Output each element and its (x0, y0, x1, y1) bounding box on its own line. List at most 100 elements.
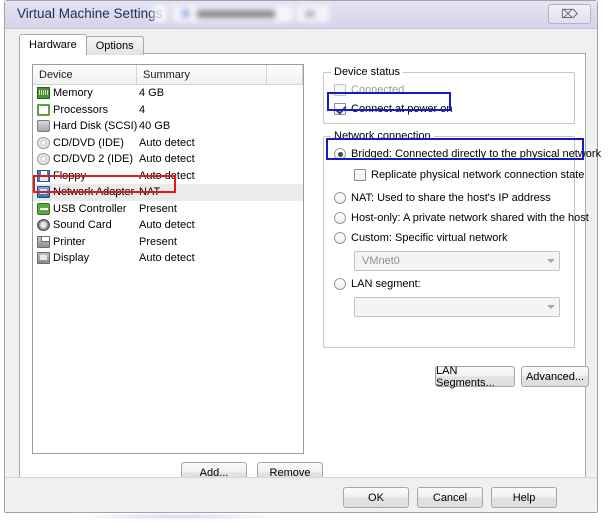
connected-checkbox: Connected (334, 84, 404, 96)
device-summary: Auto detect (139, 219, 195, 232)
radio-bridged-label: Bridged: Connected directly to the physi… (351, 148, 602, 160)
device-summary: Present (139, 202, 177, 215)
table-row[interactable]: Display Auto detect (33, 250, 303, 267)
hard-disk-icon (37, 120, 50, 133)
virtual-machine-settings-dialog: Virtual Machine Settings ⌦ Hardware Opti… (4, 0, 601, 513)
device-name: Floppy (53, 169, 87, 182)
tab-options-label: Options (95, 40, 134, 52)
tab-hardware[interactable]: Hardware (19, 34, 87, 55)
replicate-physical-state-checkbox[interactable]: Replicate physical network connection st… (354, 169, 584, 181)
checkbox-icon (334, 84, 346, 96)
radio-host-only-label: Host-only: A private network shared with… (351, 212, 589, 224)
radio-lan-segment[interactable]: LAN segment: (334, 278, 421, 290)
device-name: Display (53, 252, 90, 265)
lan-segments-button[interactable]: LAN Segments... (435, 364, 515, 389)
close-glyph: ⌦ (561, 7, 578, 21)
ok-button-label: OK (368, 491, 384, 504)
ok-button[interactable]: OK (343, 487, 409, 508)
table-row[interactable]: Printer Present (33, 234, 303, 251)
window-shadow (72, 513, 282, 520)
table-row[interactable]: Floppy Auto detect (33, 168, 303, 185)
table-row[interactable]: CD/DVD 2 (IDE) Auto detect (33, 151, 303, 168)
lan-segment-dropdown[interactable] (354, 297, 560, 317)
memory-icon (37, 87, 50, 100)
connect-at-power-on-label: Connect at power on (351, 103, 453, 115)
table-row[interactable]: Hard Disk (SCSI) 40 GB (33, 118, 303, 135)
column-header-spacer (267, 65, 303, 84)
cd-dvd-icon (37, 153, 50, 166)
title-bar: Virtual Machine Settings ⌦ (5, 1, 597, 29)
radio-custom-label: Custom: Specific virtual network (351, 232, 508, 244)
device-name: Network Adapter (53, 186, 135, 199)
connect-at-power-on-checkbox[interactable]: Connect at power on (334, 103, 453, 115)
device-name: Sound Card (53, 219, 112, 232)
processor-icon (37, 103, 50, 116)
table-row[interactable]: Processors 4 (33, 102, 303, 119)
device-name: Printer (53, 235, 86, 248)
radio-selected-icon (334, 148, 346, 160)
network-connection-group: Network connection Bridged: Connected di… (323, 130, 601, 348)
table-row[interactable]: USB Controller Present (33, 201, 303, 218)
hardware-tab-panel: Device Summary Memory 4 GB Processors 4 … (19, 53, 601, 483)
printer-icon (37, 235, 50, 248)
chevron-down-icon (542, 259, 559, 263)
radio-icon (334, 192, 346, 204)
device-list[interactable]: Device Summary Memory 4 GB Processors 4 … (32, 64, 304, 454)
sound-card-icon (37, 219, 50, 232)
device-summary: Auto detect (139, 153, 195, 166)
device-name: Memory (53, 87, 93, 100)
device-summary: Present (139, 235, 177, 248)
redacted-title-tab (153, 4, 333, 25)
device-name: Processors (53, 103, 109, 116)
chevron-down-icon (542, 305, 559, 309)
column-header-device: Device (33, 65, 137, 84)
help-button-label: Help (512, 491, 536, 504)
device-name: CD/DVD (IDE) (53, 136, 124, 149)
advanced-button[interactable]: Advanced... (521, 366, 589, 387)
cd-dvd-icon (37, 136, 50, 149)
checkbox-icon (354, 169, 366, 181)
radio-nat[interactable]: NAT: Used to share the host's IP address (334, 192, 551, 204)
radio-host-only[interactable]: Host-only: A private network shared with… (334, 212, 589, 224)
table-row[interactable]: Memory 4 GB (33, 85, 303, 102)
device-summary: Auto detect (139, 252, 195, 265)
device-name: Hard Disk (SCSI) (53, 120, 138, 133)
device-status-title: Device status (331, 66, 404, 78)
table-row[interactable]: Sound Card Auto detect (33, 217, 303, 234)
table-row[interactable]: CD/DVD (IDE) Auto detect (33, 135, 303, 152)
tab-strip: Hardware Options (19, 34, 144, 55)
cancel-button[interactable]: Cancel (417, 487, 483, 508)
radio-nat-label: NAT: Used to share the host's IP address (351, 192, 551, 204)
radio-custom[interactable]: Custom: Specific virtual network (334, 232, 508, 244)
tab-hardware-label: Hardware (29, 39, 77, 51)
help-button[interactable]: Help (491, 487, 557, 508)
replicate-label: Replicate physical network connection st… (371, 169, 585, 181)
usb-controller-icon (37, 202, 50, 215)
device-status-group: Device status Connected Connect at power… (323, 66, 575, 124)
checkbox-checked-icon (334, 103, 346, 115)
radio-bridged[interactable]: Bridged: Connected directly to the physi… (334, 148, 601, 160)
network-connection-title: Network connection (331, 130, 434, 142)
floppy-icon (37, 169, 50, 182)
device-summary: Auto detect (139, 136, 195, 149)
custom-network-dropdown[interactable]: VMnet0 (354, 251, 560, 271)
advanced-button-label: Advanced... (525, 370, 585, 383)
radio-icon (334, 278, 346, 290)
connected-label: Connected (351, 84, 405, 96)
column-header-summary: Summary (137, 65, 267, 84)
radio-lan-segment-label: LAN segment: (351, 278, 421, 290)
tab-options[interactable]: Options (85, 36, 144, 55)
window-title: Virtual Machine Settings (17, 6, 163, 21)
radio-icon (334, 212, 346, 224)
lan-segments-button-label: LAN Segments... (436, 364, 495, 389)
table-row-network-adapter[interactable]: Network Adapter NAT (33, 184, 303, 201)
network-adapter-icon (37, 186, 50, 199)
device-summary: 4 (139, 103, 146, 116)
close-icon[interactable]: ⌦ (548, 4, 591, 24)
device-summary: Auto detect (139, 169, 195, 182)
device-summary: 4 GB (139, 87, 165, 100)
custom-network-value: VMnet0 (362, 255, 400, 267)
radio-icon (334, 232, 346, 244)
device-summary: 40 GB (139, 120, 171, 133)
cancel-button-label: Cancel (432, 491, 468, 504)
